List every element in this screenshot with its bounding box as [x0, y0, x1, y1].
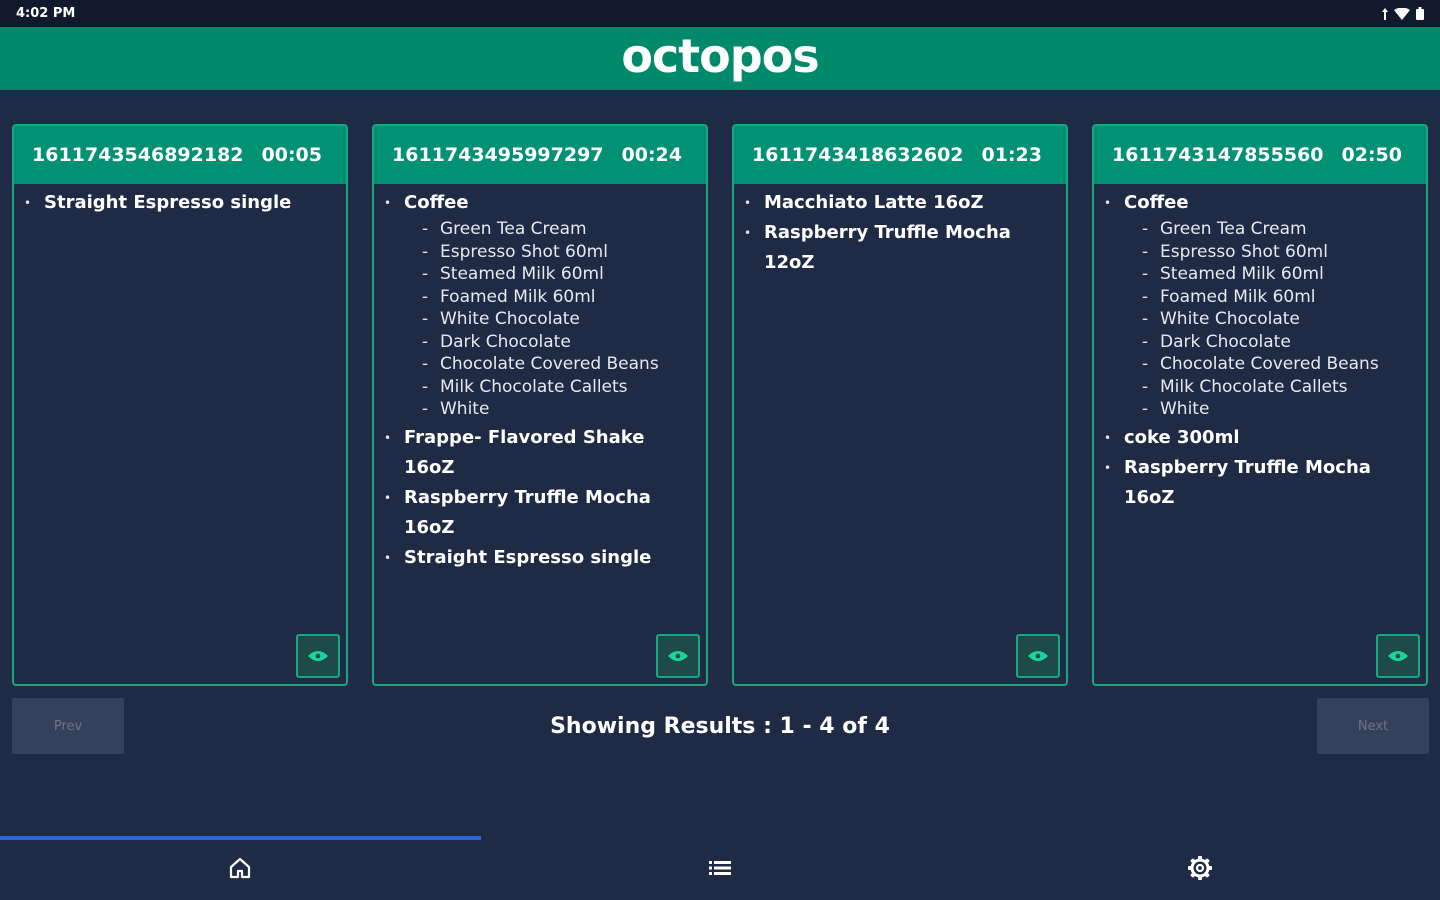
order-item: Coffee Green Tea Cream Espresso Shot 60m…	[1104, 188, 1416, 421]
order-items: Macchiato Latte 16oZ Raspberry Truffle M…	[734, 184, 1066, 278]
order-items: Coffee Green Tea Cream Espresso Shot 60m…	[1094, 184, 1426, 513]
modifier: Milk Chocolate Callets	[384, 376, 696, 399]
status-bar: 4:02 PM	[0, 0, 1440, 27]
modifier: Dark Chocolate	[1104, 331, 1416, 354]
order-item-name: Straight Espresso single	[24, 188, 336, 218]
order-item: Straight Espresso single	[24, 188, 336, 218]
order-item-name: Raspberry Truffle Mocha 16oZ	[384, 483, 696, 543]
order-elapsed-time: 00:24	[621, 144, 682, 166]
order-card: 1611743418632602 01:23 Macchiato Latte 1…	[732, 124, 1068, 686]
order-item: Raspberry Truffle Mocha 12oZ	[744, 218, 1056, 278]
modifier: Espresso Shot 60ml	[384, 241, 696, 264]
order-id: 1611743546892182	[32, 144, 244, 166]
battery-icon	[1416, 7, 1424, 20]
order-elapsed-time: 01:23	[981, 144, 1042, 166]
order-card: 1611743147855560 02:50 Coffee Green Tea …	[1092, 124, 1428, 686]
brand-logo: octopos	[621, 28, 819, 83]
order-card: 1611743495997297 00:24 Coffee Green Tea …	[372, 124, 708, 686]
modifier: Green Tea Cream	[384, 218, 696, 241]
modifier: Chocolate Covered Beans	[384, 353, 696, 376]
order-item: Frappe- Flavored Shake 16oZ	[384, 423, 696, 483]
settings-icon	[1187, 855, 1213, 885]
eye-icon	[308, 647, 328, 666]
modifier: White Chocolate	[384, 308, 696, 331]
prev-button[interactable]: Prev	[12, 698, 124, 754]
view-order-button[interactable]	[656, 634, 700, 678]
next-button[interactable]: Next	[1317, 698, 1429, 754]
nav-home[interactable]	[0, 840, 480, 900]
order-id: 1611743495997297	[392, 144, 604, 166]
order-item-name: Straight Espresso single	[384, 543, 696, 573]
wifi-icon	[1394, 7, 1410, 20]
order-elapsed-time: 00:05	[261, 144, 322, 166]
modifier: White Chocolate	[1104, 308, 1416, 331]
eye-icon	[668, 647, 688, 666]
order-item: coke 300ml	[1104, 423, 1416, 453]
order-card: 1611743546892182 00:05 Straight Espresso…	[12, 124, 348, 686]
order-card-header: 1611743147855560 02:50	[1094, 126, 1426, 184]
bottom-nav	[0, 836, 1440, 900]
modifier: White	[1104, 398, 1416, 421]
modifier: Espresso Shot 60ml	[1104, 241, 1416, 264]
app-header: octopos	[0, 27, 1440, 90]
order-item: Coffee Green Tea Cream Espresso Shot 60m…	[384, 188, 696, 421]
eye-icon	[1028, 647, 1048, 666]
order-card-header: 1611743495997297 00:24	[374, 126, 706, 184]
view-order-button[interactable]	[1016, 634, 1060, 678]
nav-settings[interactable]	[960, 840, 1440, 900]
view-order-button[interactable]	[296, 634, 340, 678]
order-id: 1611743147855560	[1112, 144, 1324, 166]
order-item-name: Frappe- Flavored Shake 16oZ	[384, 423, 696, 483]
list-icon	[708, 858, 732, 882]
eye-icon	[1388, 647, 1408, 666]
order-item-name: Raspberry Truffle Mocha 16oZ	[1104, 453, 1416, 513]
home-icon	[228, 856, 252, 884]
order-item: Raspberry Truffle Mocha 16oZ	[1104, 453, 1416, 513]
modifier: Dark Chocolate	[384, 331, 696, 354]
modifier: Milk Chocolate Callets	[1104, 376, 1416, 399]
status-icons	[1382, 7, 1424, 20]
pagination: Showing Results : 1 - 4 of 4 Prev Next	[0, 698, 1440, 754]
nav-orders-list[interactable]	[480, 840, 960, 900]
modifier: Green Tea Cream	[1104, 218, 1416, 241]
order-elapsed-time: 02:50	[1341, 144, 1402, 166]
order-card-header: 1611743418632602 01:23	[734, 126, 1066, 184]
modifier: Steamed Milk 60ml	[384, 263, 696, 286]
modifier-list: Green Tea Cream Espresso Shot 60ml Steam…	[1104, 218, 1416, 421]
modifier: Foamed Milk 60ml	[384, 286, 696, 309]
modifier: Steamed Milk 60ml	[1104, 263, 1416, 286]
view-order-button[interactable]	[1376, 634, 1420, 678]
order-item-name: Coffee	[384, 188, 696, 218]
order-item-name: Raspberry Truffle Mocha 12oZ	[744, 218, 1056, 278]
order-card-header: 1611743546892182 00:05	[14, 126, 346, 184]
modifier: Chocolate Covered Beans	[1104, 353, 1416, 376]
order-id: 1611743418632602	[752, 144, 964, 166]
order-item: Macchiato Latte 16oZ	[744, 188, 1056, 218]
order-item-name: Coffee	[1104, 188, 1416, 218]
order-items: Coffee Green Tea Cream Espresso Shot 60m…	[374, 184, 706, 573]
results-summary: Showing Results : 1 - 4 of 4	[550, 713, 890, 739]
order-items: Straight Espresso single	[14, 184, 346, 218]
status-time: 4:02 PM	[16, 6, 76, 21]
modifier: Foamed Milk 60ml	[1104, 286, 1416, 309]
modifier: White	[384, 398, 696, 421]
data-arrows-icon	[1382, 7, 1388, 20]
order-item-name: coke 300ml	[1104, 423, 1416, 453]
order-item-name: Macchiato Latte 16oZ	[744, 188, 1056, 218]
order-item: Straight Espresso single	[384, 543, 696, 573]
order-item: Raspberry Truffle Mocha 16oZ	[384, 483, 696, 543]
modifier-list: Green Tea Cream Espresso Shot 60ml Steam…	[384, 218, 696, 421]
